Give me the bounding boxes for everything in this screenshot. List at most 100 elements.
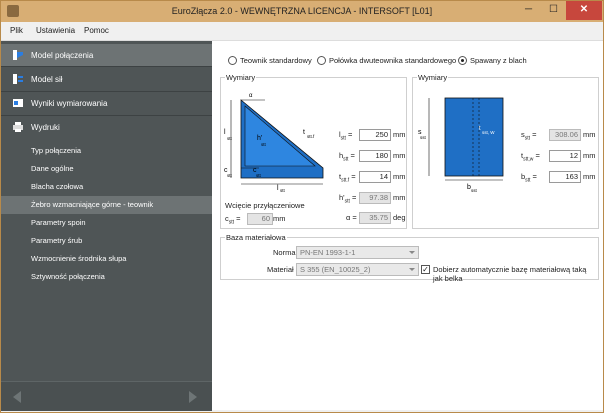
t-stt-w-input[interactable]: 12: [549, 150, 581, 162]
group-title: Wymiary: [225, 73, 257, 82]
sub-item-label: Żebro wzmacniające górne - teownik: [31, 200, 154, 209]
radio-button-selected[interactable]: [458, 56, 467, 65]
norma-label: Norma: [273, 248, 296, 257]
radio-label: Połówka dwuteownika standardowego: [329, 56, 457, 65]
c-stt-input[interactable]: 60: [247, 213, 273, 225]
chevron-down-icon: [409, 251, 415, 254]
sub-item-weld-params[interactable]: Parametry spoin: [1, 214, 212, 232]
alpha-field-label: α =: [346, 213, 357, 222]
t-stt-w-field-label: tstt,w =: [521, 151, 540, 163]
close-button[interactable]: ✕: [566, 1, 602, 20]
connection-icon: [13, 50, 23, 60]
material-group: Baza materiałowa Norma PN-EN 1993-1-1 Ma…: [220, 233, 599, 283]
menu-file[interactable]: Plik: [10, 26, 23, 35]
material-value: S 355 (EN_10025_2): [300, 265, 371, 274]
unit-label: mm: [273, 214, 286, 223]
forces-icon: [13, 74, 23, 84]
l-stt-bottom-sub: stt: [280, 188, 286, 192]
dimensions-group-right: Wymiary s sst t sst, W b sst sstt = 308.…: [412, 73, 599, 229]
l-stt-bottom-label: l: [277, 185, 279, 192]
sub-item-label: Dane ogólne: [31, 164, 74, 173]
norma-value: PN-EN 1993-1-1: [300, 248, 356, 257]
h-stt-field-label: hstt =: [339, 151, 355, 163]
sub-item-general-data[interactable]: Dane ogólne: [1, 160, 212, 178]
s-sst-sub: sst: [420, 135, 427, 140]
radio-label: Teownik standardowy: [240, 56, 312, 65]
h-stt-sub: stt: [261, 142, 267, 147]
material-select[interactable]: S 355 (EN_10025_2): [296, 263, 419, 276]
window-title: EuroZłącza 2.0 - WEWNĘTRZNA LICENCJA - I…: [171, 6, 433, 16]
maximize-button[interactable]: ☐: [541, 1, 566, 20]
l-stt-sub: stt: [227, 136, 233, 141]
unit-label: mm: [393, 193, 406, 202]
nav-label: Wydruki: [31, 123, 60, 132]
sub-item-bolt-params[interactable]: Parametry śrub: [1, 232, 212, 250]
sub-item-label: Blacha czołowa: [31, 182, 84, 191]
minimize-button[interactable]: ─: [516, 1, 541, 20]
auto-material-label: Dobierz automatycznie bazę materiałową t…: [433, 265, 587, 283]
menu-help[interactable]: Pomoc: [84, 26, 109, 35]
nav-printouts[interactable]: Wydruki: [1, 116, 212, 138]
nav-forces-model[interactable]: Model sił: [1, 68, 212, 90]
app-window: EuroZłącza 2.0 - WEWNĘTRZNA LICENCJA - I…: [0, 0, 604, 413]
l-stt-label: l: [224, 129, 226, 136]
l-stt-input[interactable]: 250: [359, 129, 391, 141]
welded-section-diagram: s sst t sst, W b sst: [418, 97, 504, 193]
b-stt-input[interactable]: 163: [549, 171, 581, 183]
radio-label: Spawany z blach: [470, 56, 527, 65]
main-content: Teownik standardowy Połówka dwuteownika …: [212, 41, 603, 410]
s-stt-field-label: sstt =: [521, 130, 537, 142]
alpha-output: 35.75: [359, 212, 391, 224]
sidebar: Model połączenia Model sił Wyniki wymiar…: [1, 41, 212, 411]
sub-item-label: Sztywność połączenia: [31, 272, 105, 281]
nav-label: Model sił: [31, 75, 63, 84]
next-arrow-icon[interactable]: [189, 391, 197, 403]
unit-label: mm: [393, 172, 406, 181]
norma-select[interactable]: PN-EN 1993-1-1: [296, 246, 419, 259]
material-label: Materiał: [267, 265, 294, 274]
sub-item-top-stiffener[interactable]: Żebro wzmacniające górne - teownik: [1, 196, 212, 214]
h-stt-label: h': [257, 135, 262, 142]
unit-label: mm: [393, 151, 406, 160]
nav-connection-model[interactable]: Model połączenia: [1, 44, 212, 66]
unit-label: mm: [583, 130, 596, 139]
t-stt-f-label: t: [303, 129, 305, 136]
h-prime-stt-output: 97.38: [359, 192, 391, 204]
dimensions-group-left: Wymiary α l stt h' stt t stt.f c stt c s…: [220, 73, 407, 229]
b-stt-field-label: bstt =: [521, 172, 537, 184]
chevron-down-icon: [409, 268, 415, 271]
t-sst-w-sub: sst, W: [482, 130, 495, 135]
unit-label: mm: [583, 172, 596, 181]
c-stt-field-label: cstt =: [225, 214, 241, 226]
b-sst-sub: sst: [471, 188, 478, 193]
cut-title: Wcięcie przyłączeniowe: [225, 201, 305, 210]
nav-label: Wyniki wymiarowania: [31, 99, 108, 108]
group-title: Wymiary: [417, 73, 449, 82]
previous-arrow-icon[interactable]: [13, 391, 21, 403]
t-stt-f-input[interactable]: 14: [359, 171, 391, 183]
printer-icon: [13, 122, 23, 132]
auto-material-checkbox[interactable]: ✓: [421, 265, 430, 274]
menu-settings[interactable]: Ustawienia: [36, 26, 75, 35]
sub-item-label: Wzmocnienie środnika słupa: [31, 254, 127, 263]
s-stt-output: 308.06: [549, 129, 581, 141]
sub-item-end-plate[interactable]: Blacha czołowa: [1, 178, 212, 196]
sub-item-label: Parametry spoin: [31, 218, 86, 227]
sidebar-bottom-nav: [1, 381, 212, 411]
h-prime-stt-field-label: h'stt =: [339, 193, 357, 205]
divider: [1, 66, 212, 67]
title-bar: EuroZłącza 2.0 - WEWNĘTRZNA LICENCJA - I…: [1, 1, 603, 22]
results-icon: [13, 99, 23, 107]
sub-item-stiffness[interactable]: Sztywność połączenia: [1, 268, 212, 286]
t-stt-f-field-label: tstt.f =: [339, 172, 356, 184]
c-stt-sub: stt: [256, 173, 262, 178]
sub-item-connection-type[interactable]: Typ połączenia: [1, 142, 212, 160]
t-stt-f-sub: stt.f: [307, 134, 315, 139]
radio-button[interactable]: [317, 56, 326, 65]
sub-item-web-reinforcement[interactable]: Wzmocnienie środnika słupa: [1, 250, 212, 268]
tee-stiffener-diagram: α l stt h' stt t stt.f c stt c stt l stt: [224, 93, 324, 192]
radio-button[interactable]: [228, 56, 237, 65]
nav-results[interactable]: Wyniki wymiarowania: [1, 92, 212, 114]
unit-label: deg: [393, 213, 406, 222]
h-stt-input[interactable]: 180: [359, 150, 391, 162]
